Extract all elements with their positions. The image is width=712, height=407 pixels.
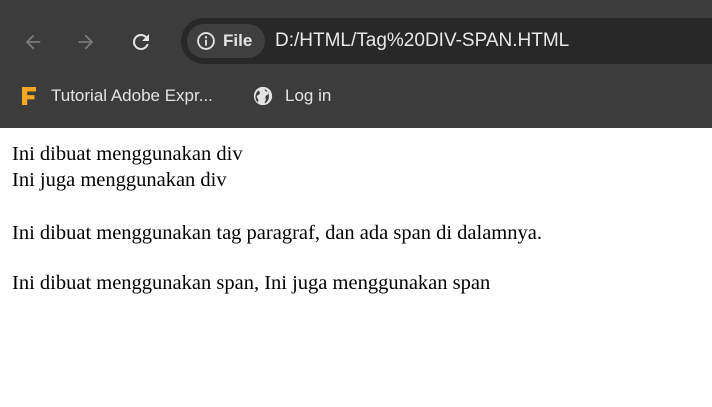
reload-icon bbox=[132, 33, 149, 50]
bookmark-label: Log in bbox=[285, 86, 332, 105]
address-bar[interactable]: File D:/HTML/Tag%20DIV-SPAN.HTML bbox=[181, 18, 712, 64]
forward-button[interactable] bbox=[72, 28, 100, 56]
bookmark-label: Tutorial Adobe Expr... bbox=[51, 86, 213, 105]
paragraph-text: Ini dibuat menggunakan tag paragraf, dan… bbox=[12, 222, 542, 244]
span-text: Ini dibuat menggunakan span, Ini juga me… bbox=[12, 272, 491, 294]
div-text-2: Ini juga menggunakan div bbox=[12, 169, 227, 191]
bookmarks-bar: Tutorial Adobe Expr... Log in bbox=[0, 80, 712, 128]
bookmark-tutorial-adobe-express[interactable]: Tutorial Adobe Expr... bbox=[18, 80, 213, 112]
browser-toolbar: File D:/HTML/Tag%20DIV-SPAN.HTML bbox=[0, 0, 712, 80]
info-icon bbox=[197, 32, 215, 50]
arrow-left-icon bbox=[25, 34, 41, 50]
reload-button[interactable] bbox=[127, 28, 155, 56]
url-text[interactable]: D:/HTML/Tag%20DIV-SPAN.HTML bbox=[275, 18, 569, 64]
page-content: Ini dibuat menggunakan div Ini juga meng… bbox=[0, 128, 712, 407]
site-chip-label: File bbox=[223, 31, 253, 50]
back-button[interactable] bbox=[19, 28, 47, 56]
div-text-1: Ini dibuat menggunakan div bbox=[12, 143, 243, 165]
site-info-chip[interactable]: File bbox=[187, 24, 265, 58]
bookmark-log-in[interactable]: Log in bbox=[252, 80, 331, 112]
arrow-right-icon bbox=[78, 34, 94, 50]
globe-icon bbox=[252, 85, 274, 107]
adobe-express-icon bbox=[18, 85, 40, 107]
